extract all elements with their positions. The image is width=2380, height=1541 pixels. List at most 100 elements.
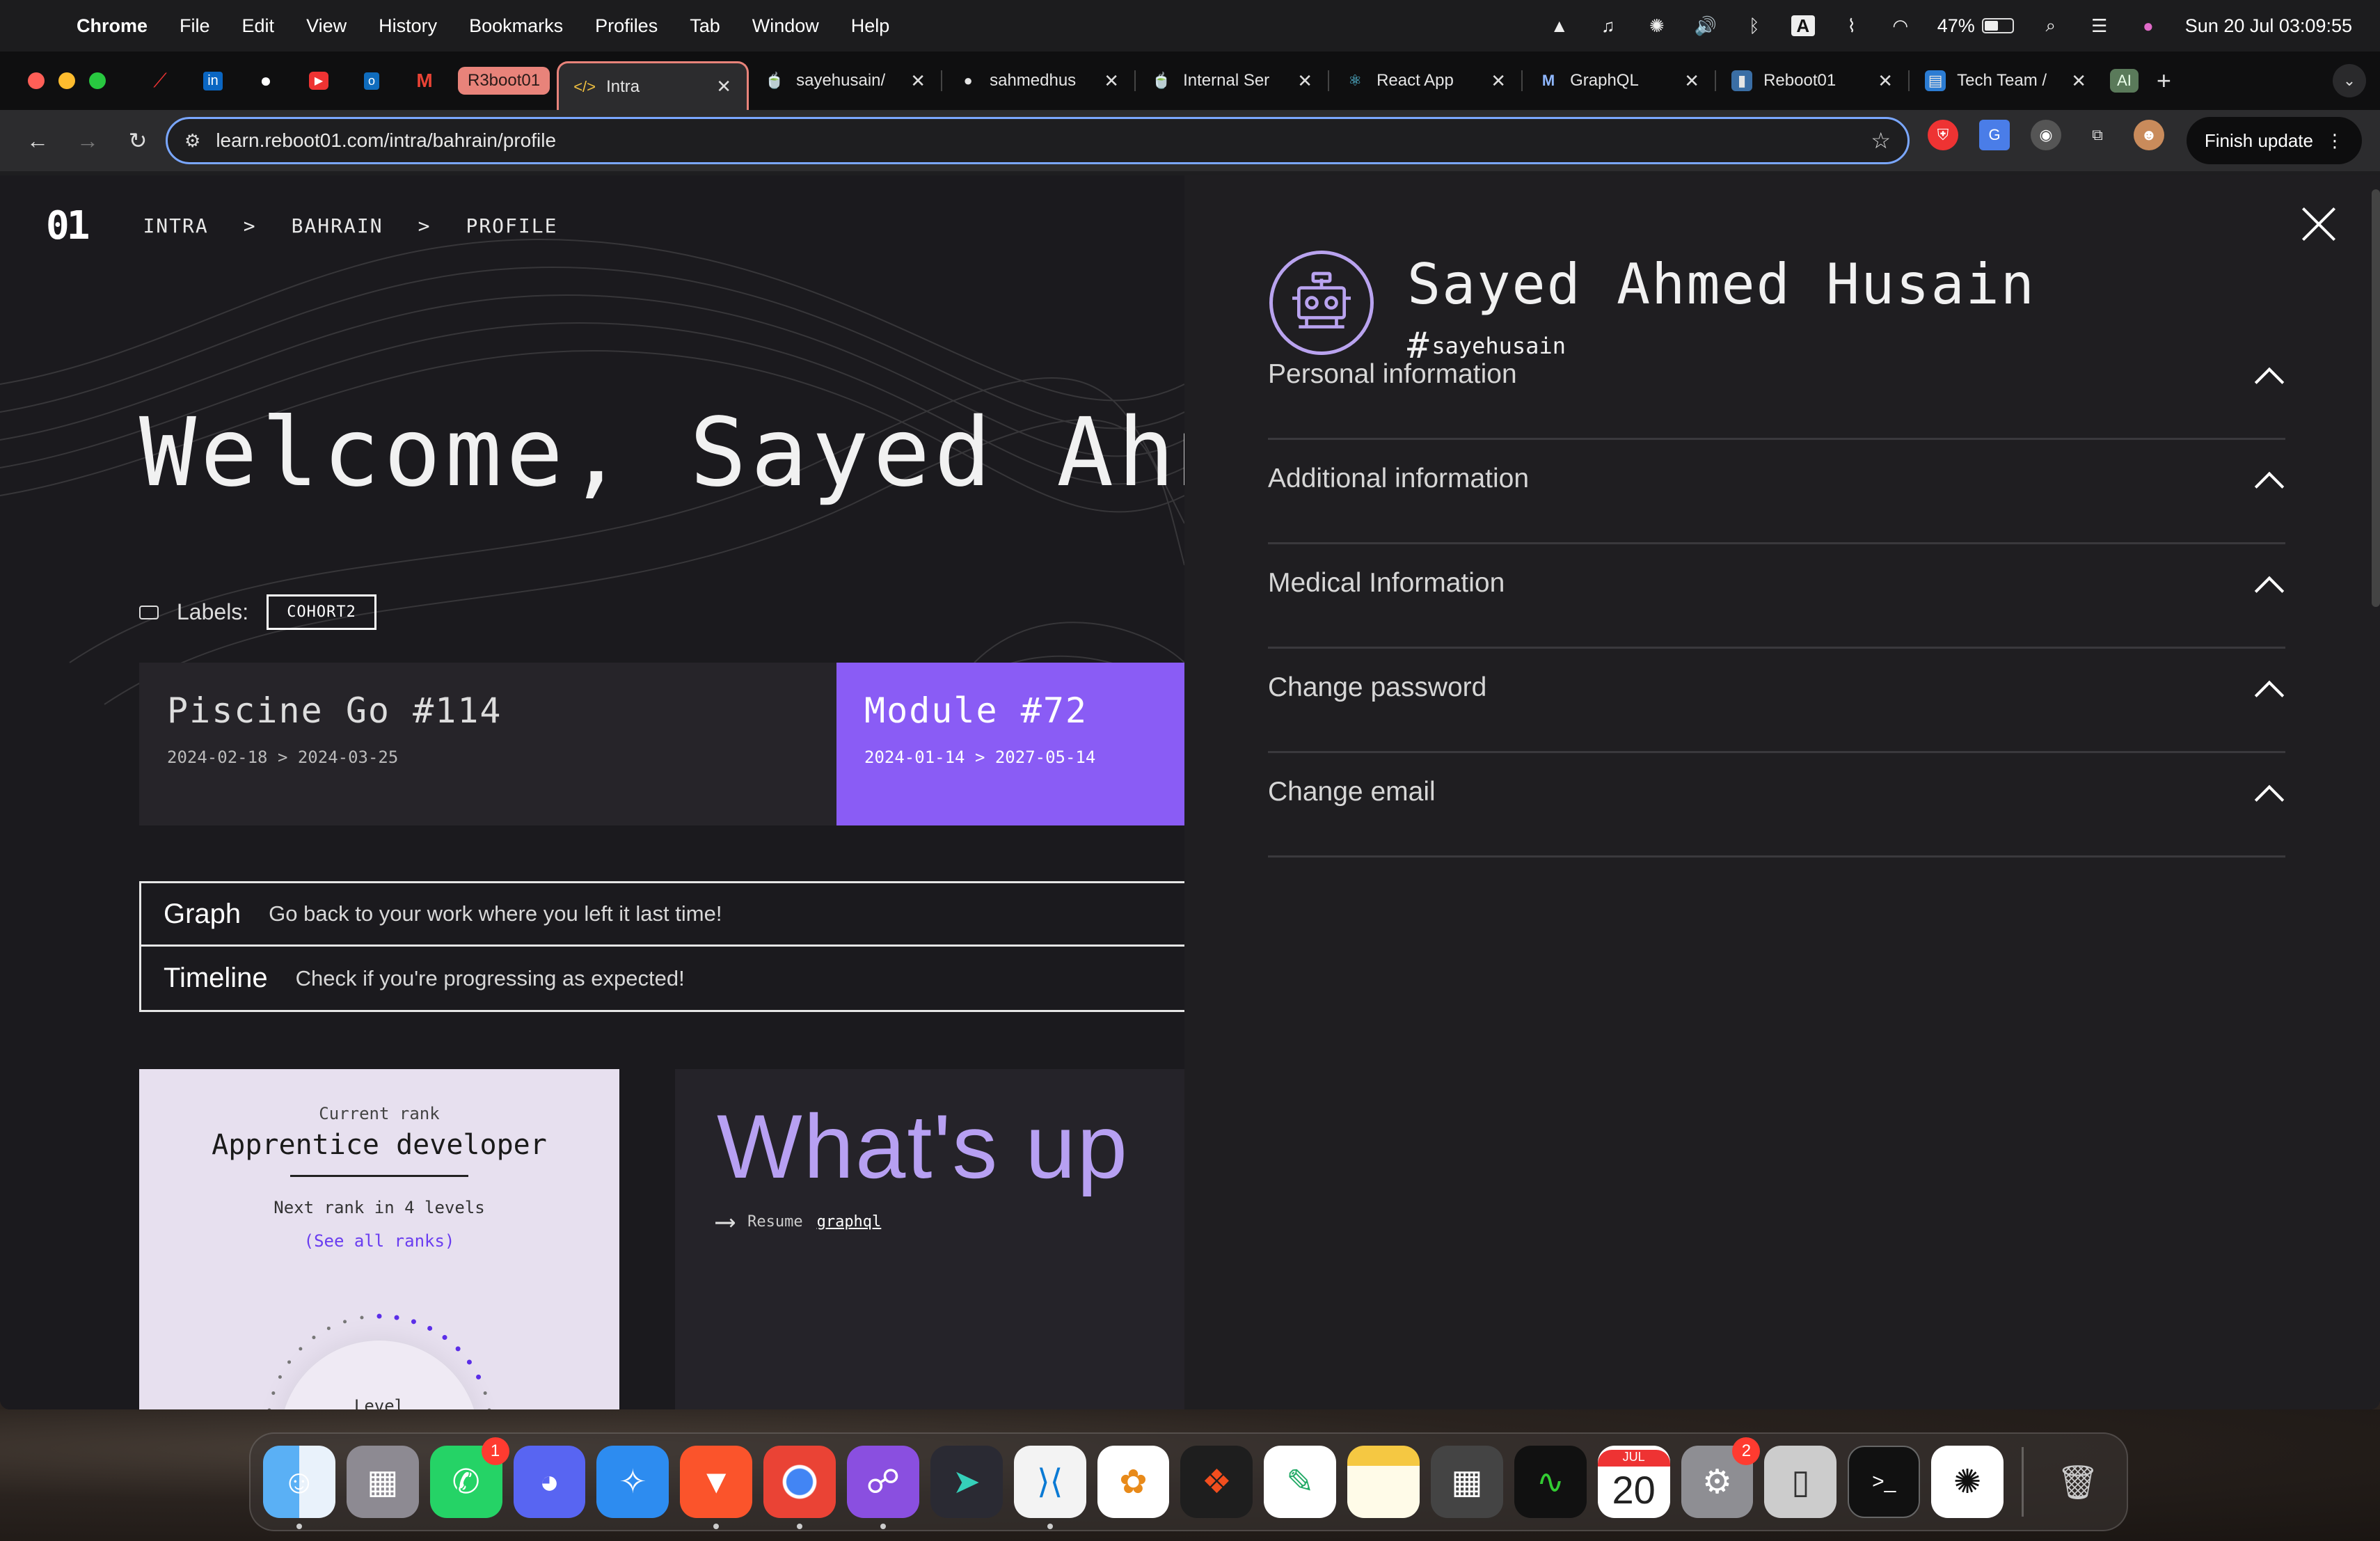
activity-monitor-icon[interactable]: ∿ <box>1514 1446 1587 1518</box>
bookmark-star-icon[interactable]: ☆ <box>1871 127 1891 154</box>
forward-button[interactable]: → <box>67 120 109 161</box>
menu-view[interactable]: View <box>306 15 347 37</box>
menu-app-name[interactable]: Chrome <box>77 15 148 37</box>
graph-link[interactable]: Graph Go back to your work where you lef… <box>139 881 1184 947</box>
figma-icon[interactable]: ❖ <box>1180 1446 1253 1518</box>
wifi-icon[interactable]: ◠ <box>1889 15 1912 36</box>
accordion-personal-information[interactable]: Personal information <box>1268 335 2285 440</box>
launchpad-icon[interactable]: ▦ <box>346 1446 419 1518</box>
system-settings-icon[interactable]: ⚙ 2 <box>1681 1437 1761 1518</box>
close-panel-icon[interactable] <box>2301 206 2337 242</box>
notes-icon[interactable] <box>1347 1446 1420 1518</box>
menu-window[interactable]: Window <box>752 15 819 37</box>
breadcrumb-bahrain[interactable]: BAHRAIN <box>292 214 383 237</box>
menu-bookmarks[interactable]: Bookmarks <box>469 15 563 37</box>
freeform-icon[interactable]: ✎ <box>1264 1446 1337 1518</box>
postman-arrow-icon[interactable]: ➤ <box>930 1446 1003 1518</box>
pinned-tab-linkedin-icon[interactable]: in <box>187 60 239 102</box>
terminal-icon[interactable]: >_ <box>1848 1446 1921 1518</box>
bluetooth-icon[interactable]: ᛒ <box>1743 15 1766 36</box>
translate-extension-icon[interactable]: G <box>1979 120 2010 150</box>
vscode-icon[interactable]: ⟩⟨ <box>1013 1446 1086 1529</box>
close-tab-icon[interactable]: ✕ <box>716 76 731 97</box>
resume-project-link[interactable]: graphql <box>817 1213 882 1231</box>
brave-icon[interactable]: ▼ <box>680 1446 753 1529</box>
accordion-change-email[interactable]: Change email <box>1268 753 2285 858</box>
reload-button[interactable]: ↻ <box>117 120 159 161</box>
timeline-link[interactable]: Timeline Check if you're progressing as … <box>139 947 1184 1012</box>
pinned-tab-youtube-icon[interactable]: ▶ <box>292 60 345 102</box>
url-text[interactable]: learn.reboot01.com/intra/bahrain/profile <box>216 129 1871 152</box>
close-tab-icon[interactable]: ✕ <box>910 70 926 92</box>
menu-history[interactable]: History <box>379 15 437 37</box>
accordion-medical-information[interactable]: Medical Information <box>1268 544 2285 649</box>
page-scrollbar[interactable] <box>2372 189 2380 607</box>
adblock-extension-icon[interactable]: ⛨ <box>1928 120 1958 150</box>
siri-icon[interactable]: ● <box>2136 15 2160 36</box>
tab-intra[interactable]: </> Intra ✕ <box>557 61 749 110</box>
pinned-tab-feather-icon[interactable]: ⟋ <box>134 60 187 102</box>
back-button[interactable]: ← <box>17 120 58 161</box>
tab-group-chip[interactable]: R3boot01 <box>458 67 550 95</box>
tab-sayehusain[interactable]: 🍵 sayehusain/ ✕ <box>749 58 941 103</box>
safari-icon[interactable]: ✧ <box>596 1446 669 1518</box>
airpods-icon[interactable]: ♫ <box>1596 15 1620 36</box>
menu-file[interactable]: File <box>180 15 210 37</box>
finder-icon[interactable]: ☺ <box>263 1446 335 1529</box>
menu-profiles[interactable]: Profiles <box>595 15 658 37</box>
volume-icon[interactable]: 🔊 <box>1694 15 1717 36</box>
address-bar[interactable]: ⚙ learn.reboot01.com/intra/bahrain/profi… <box>166 117 1910 164</box>
site-info-icon[interactable]: ⚙ <box>184 130 200 152</box>
photos-icon[interactable]: ✿ <box>1097 1446 1170 1518</box>
chrome-icon[interactable] <box>763 1446 836 1529</box>
menubar-clock[interactable]: Sun 20 Jul 03:09:55 <box>2185 15 2352 37</box>
close-tab-icon[interactable]: ✕ <box>1684 70 1699 92</box>
pinned-tab-outlook-icon[interactable]: o <box>345 60 398 102</box>
close-tab-icon[interactable]: ✕ <box>1878 70 1893 92</box>
tab-internal-ser[interactable]: 🍵 Internal Ser ✕ <box>1136 58 1328 103</box>
chatgpt-icon[interactable]: ✺ <box>1931 1446 2004 1518</box>
resume-row[interactable]: ⟶ Resume graphql <box>717 1206 1162 1238</box>
event-card-piscine[interactable]: Piscine Go #114 2024-02-18 > 2024-03-25 <box>139 663 836 825</box>
extensions-puzzle-icon[interactable]: ⧉ <box>2082 120 2113 150</box>
calendar-icon[interactable]: JUL 20 <box>1597 1446 1670 1518</box>
see-all-ranks-link[interactable]: (See all ranks) <box>139 1231 619 1251</box>
discord-icon[interactable]: ◕ <box>513 1446 586 1518</box>
event-card-module[interactable]: Module #72 2024-01-14 > 2027-05-14 <box>836 663 1184 825</box>
accordion-change-password[interactable]: Change password <box>1268 649 2285 753</box>
menu-tab[interactable]: Tab <box>690 15 720 37</box>
tab-tech-team[interactable]: ▤ Tech Team / ✕ <box>1910 58 2102 103</box>
spotlight-search-icon[interactable]: ⌕ <box>2039 15 2063 36</box>
menu-help[interactable]: Help <box>851 15 890 37</box>
pinned-tab-github-icon[interactable]: ● <box>239 60 292 102</box>
breadcrumb-intra[interactable]: INTRA <box>143 214 208 237</box>
tab-react-app[interactable]: ⚛ React App ✕ <box>1329 58 1521 103</box>
github-desktop-icon[interactable]: ☍ <box>847 1446 919 1529</box>
accordion-additional-information[interactable]: Additional information <box>1268 440 2285 544</box>
profile-avatar-icon[interactable]: ☻ <box>2134 120 2164 150</box>
paperclip-icon[interactable]: ⌇ <box>1840 15 1864 36</box>
openai-icon[interactable]: ✺ <box>1645 15 1669 36</box>
iphone-mirroring-icon[interactable]: ▯ <box>1764 1446 1837 1518</box>
close-window-button[interactable] <box>28 72 45 89</box>
tab-sahmedhus[interactable]: ● sahmedhus ✕ <box>942 58 1134 103</box>
minimize-window-button[interactable] <box>58 72 75 89</box>
calculator-icon[interactable]: ▦ <box>1431 1446 1503 1518</box>
input-source-icon[interactable]: A <box>1791 15 1815 36</box>
close-tab-icon[interactable]: ✕ <box>1491 70 1506 92</box>
new-tab-button[interactable]: + <box>2157 66 2171 95</box>
menu-edit[interactable]: Edit <box>242 15 275 37</box>
whatsapp-icon[interactable]: ✆ 1 <box>429 1437 509 1518</box>
battery-indicator[interactable]: 47% <box>1937 15 2014 37</box>
tampermonkey-extension-icon[interactable]: ◉ <box>2031 120 2061 150</box>
close-tab-icon[interactable]: ✕ <box>1297 70 1312 92</box>
ai-tab-chip[interactable]: AI <box>2110 69 2139 93</box>
zoom-window-button[interactable] <box>89 72 106 89</box>
tab-graphql[interactable]: M GraphQL ✕ <box>1523 58 1715 103</box>
close-tab-icon[interactable]: ✕ <box>1104 70 1119 92</box>
tab-search-chevron-icon[interactable]: ⌄ <box>2333 64 2366 97</box>
control-center-icon[interactable]: ☰ <box>2088 15 2111 36</box>
screen-share-icon[interactable]: ▲ <box>1548 15 1571 36</box>
close-tab-icon[interactable]: ✕ <box>2071 70 2086 92</box>
pinned-tab-gmail-icon[interactable]: M <box>398 60 451 102</box>
